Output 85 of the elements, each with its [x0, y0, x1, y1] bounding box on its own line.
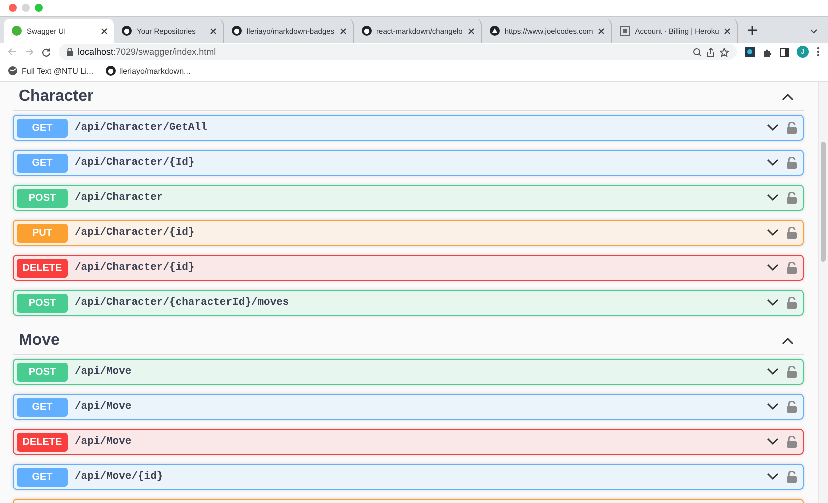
endpoint-path: /api/Character/{id} — [75, 227, 195, 239]
lock-icon[interactable] — [787, 471, 797, 483]
operation-row[interactable]: POST /api/Character — [13, 185, 804, 211]
operation-row[interactable]: POST /api/Move — [13, 359, 804, 385]
share-icon[interactable] — [707, 48, 715, 56]
reload-icon[interactable] — [42, 48, 51, 56]
operation-row[interactable]: GET /api/Move — [13, 394, 804, 420]
lock-icon — [67, 48, 73, 56]
close-icon[interactable] — [468, 28, 475, 34]
expand-chevron-icon[interactable] — [767, 124, 779, 132]
http-method-badge: GET — [17, 468, 68, 486]
http-method-badge: PUT — [17, 224, 68, 242]
close-icon[interactable] — [101, 28, 108, 34]
expand-chevron-icon[interactable] — [767, 438, 779, 446]
expand-chevron-icon[interactable] — [767, 299, 779, 307]
expand-chevron-icon[interactable] — [767, 264, 779, 272]
collapse-chevron-icon[interactable] — [782, 337, 794, 345]
operation-row[interactable]: PUT /api/Character/{id} — [13, 220, 804, 246]
endpoint-path: /api/Move/{id} — [75, 471, 164, 483]
expand-chevron-icon[interactable] — [767, 229, 779, 237]
close-icon[interactable] — [210, 28, 217, 34]
endpoint-path: /api/Character/{Id} — [75, 157, 195, 169]
collapse-chevron-icon[interactable] — [782, 93, 794, 101]
extension-icon[interactable] — [745, 47, 755, 57]
expand-chevron-icon[interactable] — [767, 368, 779, 376]
http-method-badge: GET — [17, 118, 68, 138]
endpoint-path: /api/Move — [75, 401, 132, 413]
operation-row[interactable]: GET /api/Character/{Id} — [13, 150, 804, 176]
lock-icon[interactable] — [787, 192, 797, 204]
expand-chevron-icon[interactable] — [767, 403, 779, 411]
github-icon — [122, 26, 132, 36]
close-icon[interactable] — [598, 28, 606, 34]
lock-icon[interactable] — [787, 262, 797, 274]
address-bar[interactable]: localhost:7029/swagger/index.html — [59, 44, 737, 60]
expand-chevron-icon[interactable] — [767, 159, 779, 167]
lock-icon[interactable] — [787, 122, 797, 134]
github-icon — [106, 66, 116, 76]
endpoint-path: /api/Character/GetAll — [75, 122, 208, 134]
http-method-badge: POST — [17, 188, 68, 208]
tab-list-caret-icon[interactable] — [810, 29, 818, 34]
http-method-badge: GET — [17, 154, 68, 172]
close-icon[interactable] — [340, 28, 347, 34]
new-tab-icon[interactable] — [748, 26, 758, 35]
lock-icon[interactable] — [787, 297, 797, 309]
side-panel-icon[interactable] — [780, 48, 789, 56]
close-icon[interactable] — [724, 28, 732, 34]
triangle-logo-icon — [490, 26, 500, 36]
globe-icon — [8, 66, 18, 76]
zoom-icon[interactable] — [693, 48, 702, 56]
operation-row[interactable]: GET /api/Character/GetAll — [13, 115, 804, 141]
operation-row[interactable]: POST /api/Character/{characterId}/moves — [13, 290, 804, 316]
star-icon[interactable] — [720, 48, 729, 56]
endpoint-path: /api/Character/{id} — [75, 262, 195, 274]
lock-icon[interactable] — [787, 157, 797, 169]
endpoint-path: /api/Move — [75, 436, 132, 448]
lock-icon[interactable] — [787, 227, 797, 239]
endpoint-path: /api/Move — [75, 366, 132, 378]
bookmark-link[interactable]: lleriayo/markdown... — [120, 66, 191, 76]
url-text: localhost:7029/swagger/index.html — [78, 47, 216, 57]
heroku-logo-icon — [620, 26, 630, 36]
http-method-badge: DELETE — [17, 432, 68, 452]
swagger-logo-icon — [12, 26, 22, 36]
expand-chevron-icon[interactable] — [767, 473, 779, 481]
close-window-button[interactable] — [9, 4, 17, 12]
puzzle-icon[interactable] — [763, 48, 772, 56]
operation-row[interactable]: DELETE /api/Move — [13, 429, 804, 455]
more-menu-icon[interactable] — [817, 47, 820, 57]
lock-icon[interactable] — [787, 401, 797, 413]
scrollbar-thumb[interactable] — [821, 142, 826, 262]
lock-icon[interactable] — [787, 366, 797, 378]
section-title[interactable]: Character — [19, 88, 94, 106]
operation-row[interactable]: GET /api/Move/{id} — [13, 464, 804, 490]
lock-icon[interactable] — [787, 436, 797, 448]
endpoint-path: /api/Character — [75, 192, 164, 204]
endpoint-path: /api/Character/{characterId}/moves — [75, 297, 290, 309]
bookmark-link[interactable]: Full Text @NTU Li... — [22, 66, 94, 76]
section-title[interactable]: Move — [19, 332, 60, 350]
operation-row[interactable]: DELETE /api/Character/{id} — [13, 255, 804, 281]
expand-chevron-icon[interactable] — [767, 194, 779, 202]
github-icon — [362, 26, 372, 36]
github-icon — [232, 26, 242, 36]
http-method-badge: POST — [17, 294, 68, 312]
http-method-badge: GET — [17, 398, 68, 416]
http-method-badge: DELETE — [17, 258, 68, 278]
http-method-badge: POST — [17, 362, 68, 382]
